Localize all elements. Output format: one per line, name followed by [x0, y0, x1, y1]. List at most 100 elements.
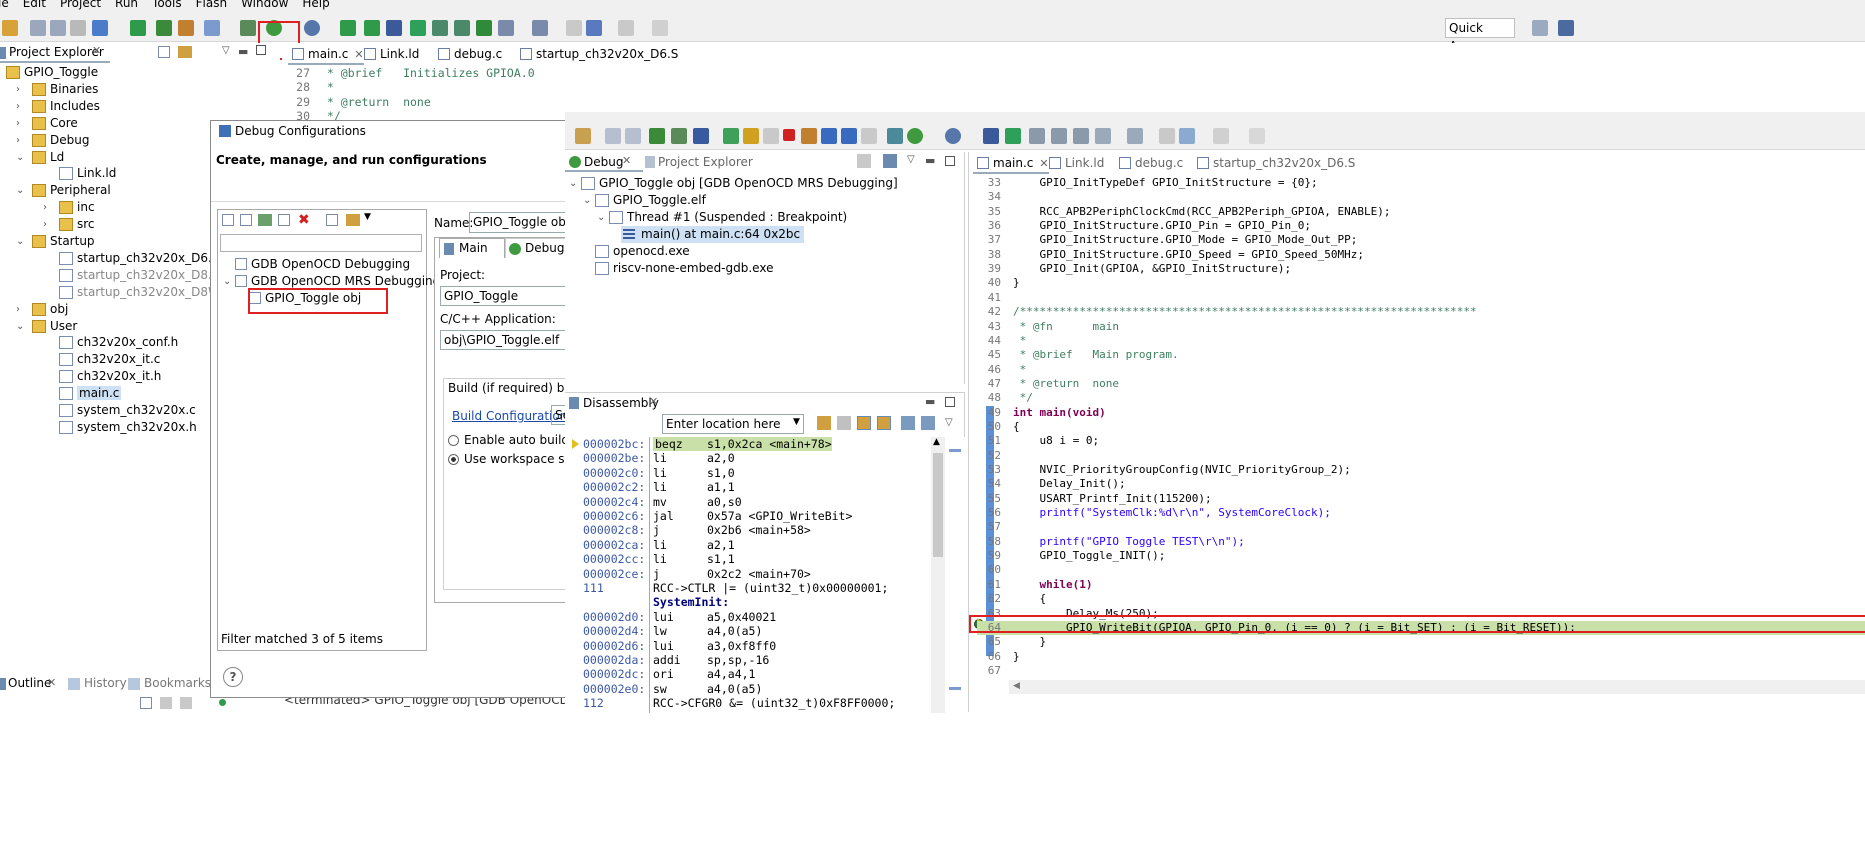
tree-item[interactable]: ⌄ Ld — [16, 149, 64, 166]
tree-item[interactable]: › Binaries — [16, 81, 98, 98]
collapse-all-icon[interactable] — [326, 214, 338, 226]
c-perspective-icon[interactable] — [1558, 20, 1574, 36]
terminal-icon[interactable] — [983, 128, 999, 144]
layers-icon[interactable] — [156, 20, 172, 36]
app-input[interactable]: obj\GPIO_Toggle.elf — [440, 330, 580, 350]
editor-tab[interactable]: startup_ch32v20x_D6.S — [1193, 152, 1355, 174]
new-icon[interactable] — [575, 128, 591, 144]
debug-tree-item[interactable]: ⌄ GPIO_Toggle.elf — [583, 192, 706, 209]
tree-item[interactable]: › Debug — [16, 132, 89, 149]
tree-item[interactable]: › inc — [43, 199, 95, 216]
sort-icon[interactable] — [160, 697, 172, 709]
scroll-thumb[interactable] — [933, 453, 943, 557]
enable-auto-build-radio[interactable] — [448, 435, 459, 446]
quick-access-field[interactable]: Quick Access — [1445, 18, 1515, 53]
tree-item[interactable]: system_ch32v20x.c — [59, 402, 196, 419]
link-editor-icon[interactable] — [178, 46, 192, 58]
debug-bug-icon[interactable] — [907, 128, 923, 144]
export-icon[interactable] — [901, 416, 915, 430]
collapsed-arrow-icon[interactable]: › — [43, 216, 47, 233]
close-icon[interactable]: ✕ — [47, 676, 56, 689]
tab-main[interactable]: Main — [439, 238, 505, 258]
view-menu-icon[interactable]: ▽ — [945, 417, 953, 428]
debug-tree-item[interactable]: riscv-none-embed-gdb.exe — [595, 260, 773, 277]
tree-item[interactable]: ch32v20x_it.c — [59, 351, 160, 368]
editor-tab[interactable]: Link.ld — [360, 43, 419, 65]
config-tree-item[interactable]: GDB OpenOCD Debugging — [235, 256, 410, 273]
tree-item[interactable]: startup_ch32v20x_D8.S — [59, 267, 219, 284]
disassembly-scrollbar[interactable]: ▲ — [931, 437, 945, 713]
collapsed-arrow-icon[interactable]: › — [16, 98, 20, 115]
resume-icon[interactable] — [743, 128, 759, 144]
maximize-icon[interactable] — [945, 156, 955, 166]
project-explorer-tab[interactable]: Project Explorer ✕ — [0, 43, 110, 63]
view-menu-icon[interactable]: ▽ — [222, 45, 230, 56]
skip-breakpoints-icon[interactable] — [693, 128, 709, 144]
chevron-down-icon[interactable]: ▼ — [364, 212, 371, 222]
expanded-arrow-icon[interactable]: ⌄ — [16, 182, 24, 199]
editor-tab[interactable]: startup_ch32v20x_D6.S — [516, 43, 678, 65]
minimize-icon[interactable]: ▬ — [925, 395, 935, 408]
align-right-icon[interactable] — [1051, 128, 1067, 144]
edit-list-icon[interactable] — [532, 20, 548, 36]
align-left-icon[interactable] — [432, 20, 448, 36]
menu-tools[interactable]: Tools — [152, 0, 182, 10]
save-icon[interactable] — [605, 128, 621, 144]
print-icon[interactable] — [70, 20, 86, 36]
expanded-arrow-icon[interactable]: ⌄ — [16, 233, 24, 250]
pin-icon[interactable] — [1249, 128, 1265, 144]
help-icon[interactable]: ? — [223, 667, 243, 687]
tree-item[interactable]: › Includes — [16, 98, 100, 115]
filter-icon[interactable] — [180, 697, 192, 709]
nav-back-icon[interactable] — [586, 20, 602, 36]
perspective-icon[interactable] — [1532, 20, 1548, 36]
edit-list-icon[interactable] — [1127, 128, 1143, 144]
tree-item[interactable]: ch32v20x_it.h — [59, 368, 161, 385]
editor-hscroll[interactable]: ◀ — [1009, 680, 1865, 694]
back-icon[interactable] — [1159, 128, 1175, 144]
expanded-arrow-icon[interactable]: ⌄ — [583, 192, 591, 209]
terminate-icon[interactable] — [783, 129, 795, 141]
tab-bookmarks[interactable]: Bookmarks — [144, 676, 211, 690]
tree-item[interactable]: ⌄ Startup — [16, 233, 95, 250]
maximize-icon[interactable] — [256, 45, 266, 55]
build-icon[interactable] — [92, 20, 108, 36]
menu-file[interactable]: le — [0, 0, 9, 10]
back-icon[interactable] — [566, 20, 582, 36]
minimize-icon[interactable]: ▬ — [925, 154, 935, 167]
filter-icon[interactable] — [346, 214, 360, 226]
menu-help[interactable]: Help — [302, 0, 329, 10]
tree-item[interactable]: Link.ld — [59, 165, 116, 182]
mark-icon[interactable] — [476, 20, 492, 36]
tab-project-explorer[interactable]: Project Explorer — [658, 155, 753, 169]
collapsed-arrow-icon[interactable]: › — [16, 115, 20, 132]
minimize-icon[interactable]: ▬ — [238, 45, 248, 58]
menu-flash[interactable]: Flash — [196, 0, 227, 10]
expanded-arrow-icon[interactable]: ⌄ — [597, 209, 605, 226]
editor-tab[interactable]: main.c ✕ — [973, 152, 1049, 174]
list-icon[interactable] — [498, 20, 514, 36]
editor-tab[interactable]: debug.c — [434, 43, 502, 65]
name-input[interactable]: GPIO_Toggle obj — [469, 212, 579, 233]
tree-item[interactable]: startup_ch32v20x_D8W.S — [59, 284, 230, 301]
tree-item[interactable]: › obj — [16, 301, 68, 318]
home-icon[interactable] — [837, 416, 851, 430]
nav-back-icon[interactable] — [1179, 128, 1195, 144]
expanded-arrow-icon[interactable]: ⌄ — [16, 318, 24, 335]
collapse-all-icon[interactable] — [158, 46, 170, 58]
tab-debug[interactable]: Debug ✕ — [565, 152, 643, 172]
link-icon[interactable] — [857, 416, 871, 430]
instruction-step-icon[interactable] — [887, 128, 903, 144]
chevron-down-icon[interactable]: ▼ — [793, 417, 800, 427]
tree-item[interactable]: main.c — [59, 385, 122, 402]
collapsed-arrow-icon[interactable]: › — [16, 132, 20, 149]
location-input[interactable]: Enter location here — [662, 414, 804, 434]
step-into-icon[interactable] — [821, 128, 837, 144]
step-return-icon[interactable] — [861, 128, 877, 144]
tree-item[interactable]: ch32v20x_conf.h — [59, 334, 178, 351]
info-icon[interactable] — [364, 20, 380, 36]
tab-disassembly[interactable]: Disassembly ✕ — [565, 393, 661, 413]
mark-icon[interactable] — [1073, 128, 1089, 144]
disconnect-icon[interactable] — [801, 128, 817, 144]
library-icon[interactable] — [178, 20, 194, 36]
